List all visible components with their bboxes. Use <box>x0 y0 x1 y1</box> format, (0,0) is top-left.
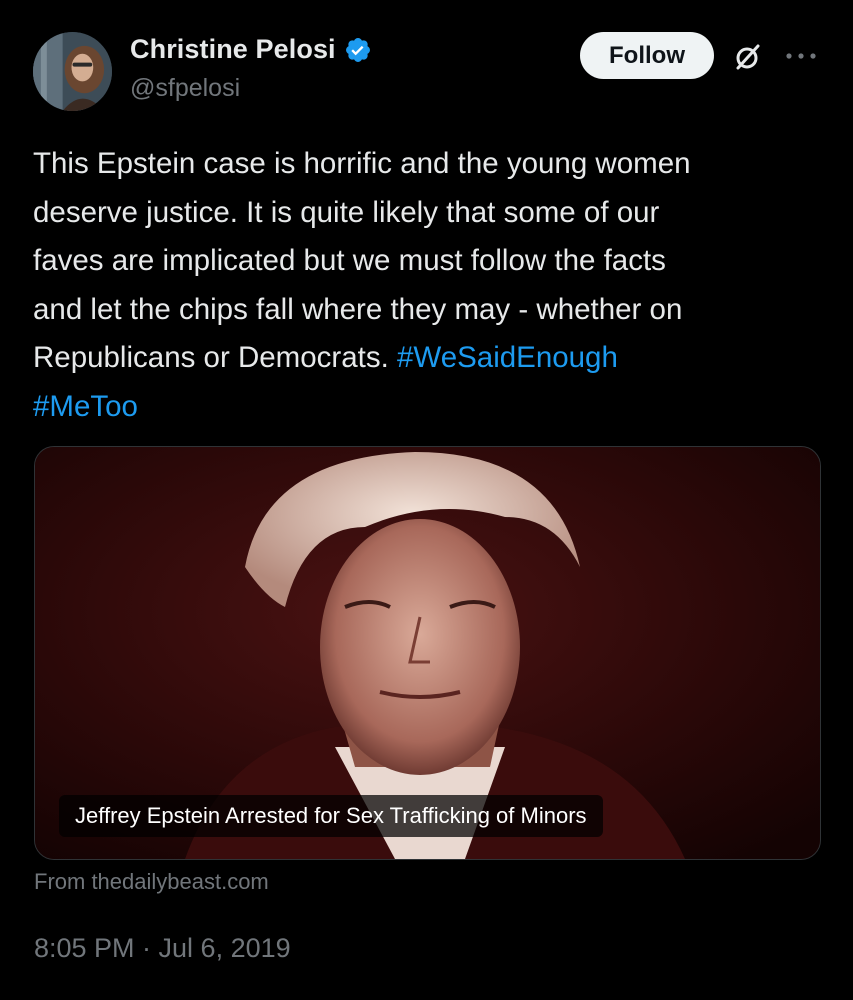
author-name-row: Christine Pelosi <box>130 34 372 65</box>
hashtag-link[interactable]: #MeToo <box>33 390 138 423</box>
tweet-text-line: This Epstein case is horrific and the yo… <box>33 147 691 180</box>
tweet: Christine Pelosi @sfpelosi Follow This E… <box>0 0 853 1000</box>
avatar-image <box>33 32 112 111</box>
tweet-text-line-5: Republicans or Democrats. #WeSaidEnough <box>33 334 823 383</box>
follow-button[interactable]: Follow <box>580 32 714 79</box>
tweet-text-line-6: #MeToo <box>33 383 823 432</box>
author-avatar[interactable] <box>33 32 112 111</box>
more-options-icon[interactable] <box>784 47 818 65</box>
author-display-name[interactable]: Christine Pelosi <box>130 34 336 65</box>
tweet-text-line: and let the chips fall where they may - … <box>33 292 683 326</box>
card-title: Jeffrey Epstein Arrested for Sex Traffic… <box>59 795 603 837</box>
tweet-timestamp[interactable]: 8:05 PM · Jul 6, 2019 <box>34 933 291 964</box>
hashtag-link[interactable]: #WeSaidEnough <box>397 341 618 374</box>
author-handle[interactable]: @sfpelosi <box>130 74 240 103</box>
verified-badge-icon[interactable] <box>344 36 372 64</box>
tweet-text-line: faves are implicated but we must follow … <box>33 244 666 277</box>
link-card[interactable]: Jeffrey Epstein Arrested for Sex Traffic… <box>34 446 821 860</box>
tweet-text-segment: Republicans or Democrats. <box>33 341 397 374</box>
card-source-link[interactable]: From thedailybeast.com <box>34 869 269 895</box>
grok-icon[interactable] <box>732 41 764 73</box>
tweet-text-line: deserve justice. It is quite likely that… <box>33 195 660 229</box>
tweet-text: This Epstein case is horrific and the yo… <box>33 140 823 431</box>
